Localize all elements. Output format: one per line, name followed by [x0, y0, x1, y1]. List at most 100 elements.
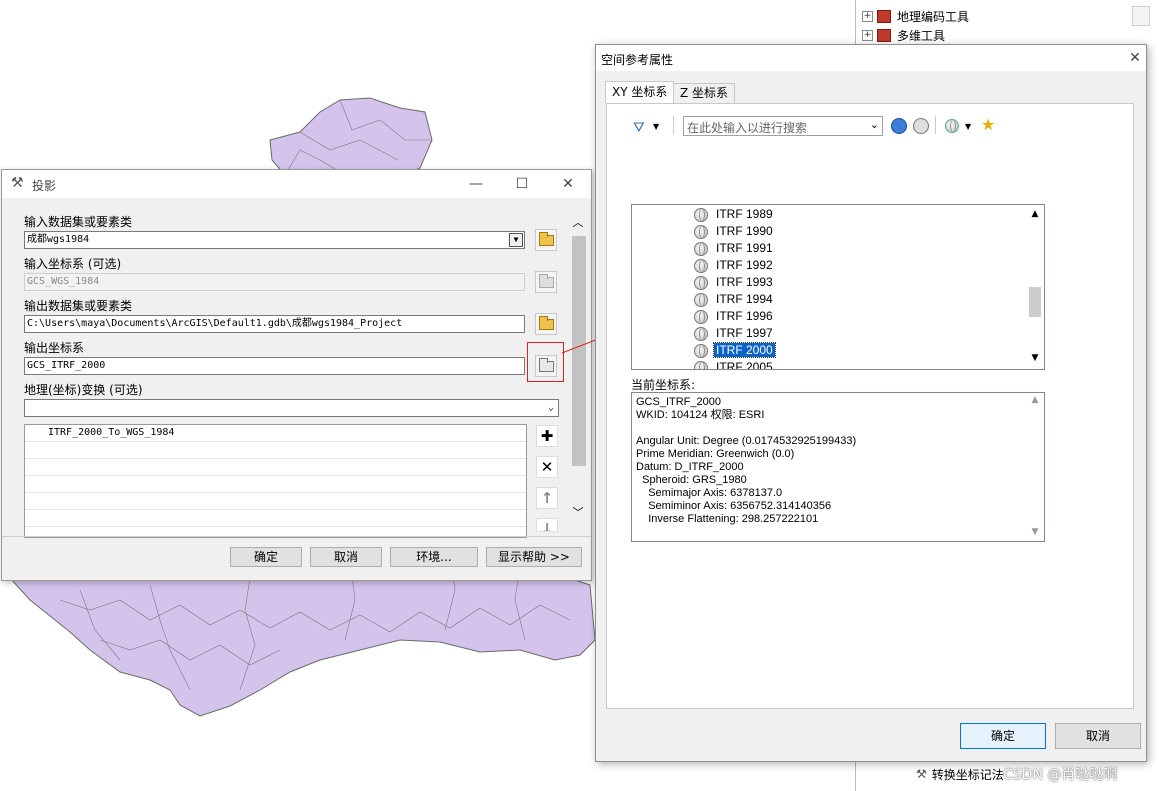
output-crs-label: 输出坐标系 [24, 341, 85, 355]
transform-combo[interactable]: ⌄ [24, 399, 559, 417]
list-item [25, 510, 526, 527]
list-item[interactable]: ITRF 1996 [694, 308, 775, 325]
output-crs-properties-button[interactable] [535, 355, 557, 377]
expand-icon[interactable]: + [862, 10, 873, 22]
globe-icon [694, 241, 708, 256]
dialog-titlebar[interactable]: 空间参考属性 ✕ [596, 45, 1146, 71]
browse-output-button[interactable] [535, 313, 557, 335]
properties-icon [539, 274, 554, 288]
list-item[interactable]: ITRF 2005 [694, 359, 775, 369]
scroll-down-icon[interactable]: ﹀ [570, 504, 586, 520]
maximize-button[interactable]: ☐ [510, 174, 534, 194]
favorite-star-icon[interactable]: ★ [981, 115, 995, 134]
hammer-icon: ⚒ [916, 767, 927, 781]
globe-icon [694, 292, 708, 307]
chevron-down-icon[interactable]: ⌄ [548, 400, 554, 416]
globe-icon [694, 207, 708, 222]
tab-z-coordinate-system[interactable]: Z 坐标系 [673, 83, 736, 103]
ok-button[interactable]: 确定 [230, 547, 302, 567]
list-item-selected[interactable]: ITRF 2000 [694, 342, 776, 359]
environments-button[interactable]: 环境... [390, 547, 478, 567]
detail-line: Inverse Flattening: 298.257222101 [636, 513, 819, 525]
scroll-up-icon[interactable]: ▲ [1028, 395, 1042, 405]
scroll-down-icon[interactable]: ▼ [1028, 527, 1042, 537]
globe-menu-icon[interactable] [945, 118, 965, 133]
scroll-down-icon[interactable]: ▼ [1026, 353, 1044, 363]
list-item [25, 459, 526, 476]
globe-icon [694, 275, 708, 290]
chevron-down-icon[interactable]: ▼ [653, 122, 659, 131]
expand-icon[interactable]: + [862, 29, 873, 41]
tab-xy-coordinate-system[interactable]: XY 坐标系 [605, 81, 675, 103]
input-dataset-combo[interactable]: 成都wgs1984 ▼ [24, 231, 525, 249]
tool-convert-coordinate-notation[interactable]: ⚒ 转换坐标记法 [916, 765, 1004, 783]
minimize-button[interactable]: — [464, 174, 488, 194]
dialog-titlebar[interactable]: ⚒ 投影 — ☐ ✕ [2, 170, 591, 198]
toolbox-item-label: 地理编码工具 [897, 9, 970, 24]
toolbox-scrollbar[interactable] [1132, 6, 1150, 26]
close-button[interactable]: ✕ [1123, 48, 1147, 68]
clear-search-icon[interactable] [913, 118, 929, 134]
list-item [25, 442, 526, 459]
chevron-down-icon[interactable]: ▼ [965, 122, 971, 131]
scroll-thumb[interactable] [1029, 287, 1041, 317]
move-down-button[interactable]: ↓ [536, 518, 558, 532]
detail-line: WKID: 104124 权限: ESRI [636, 409, 765, 421]
add-button[interactable]: ✚ [536, 425, 558, 447]
output-crs-field[interactable]: GCS_ITRF_2000 [24, 357, 525, 375]
toolbox-item-geocoding[interactable]: + 地理编码工具 [862, 7, 969, 25]
map-region-north [269, 97, 433, 179]
toolbox-item-label: 多维工具 [897, 28, 946, 43]
close-button[interactable]: ✕ [556, 174, 580, 194]
detail-line: Spheroid: GRS_1980 [636, 474, 747, 486]
toolbox-item-multidimension[interactable]: + 多维工具 [862, 26, 945, 44]
dialog-title: 投影 [32, 179, 57, 193]
current-crs-details[interactable]: GCS_ITRF_2000 WKID: 104124 权限: ESRI Angu… [631, 392, 1045, 542]
globe-icon [694, 360, 708, 369]
transform-list[interactable]: ITRF_2000_To_WGS_1984 [24, 424, 527, 538]
output-dataset-label: 输出数据集或要素类 [24, 299, 133, 313]
detail-line: Prime Meridian: Greenwich (0.0) [636, 448, 795, 460]
list-item[interactable]: ITRF 1994 [694, 291, 775, 308]
list-item[interactable]: ITRF 1990 [694, 223, 775, 240]
detail-line: Angular Unit: Degree (0.0174532925199433… [636, 435, 857, 447]
dropdown-arrow-icon[interactable]: ▼ [509, 233, 523, 247]
toolbox-icon [877, 9, 891, 23]
delete-button[interactable]: ✕ [536, 456, 558, 478]
tool-label: 转换坐标记法 [931, 767, 1004, 782]
input-dataset-value: 成都wgs1984 [27, 234, 90, 245]
dialog-scrollbar[interactable]: ︿ ﹀ [570, 214, 586, 532]
hammer-icon: ⚒ [11, 175, 24, 191]
scroll-up-icon[interactable]: ▲ [1026, 205, 1044, 219]
globe-icon [694, 258, 708, 273]
folder-icon [539, 316, 554, 330]
search-icon[interactable] [891, 118, 907, 134]
list-scrollbar[interactable]: ▲ ▼ [1026, 205, 1044, 369]
filter-icon[interactable]: ⛛ [633, 120, 645, 136]
list-item[interactable]: ITRF 1989 [694, 206, 775, 223]
output-dataset-field[interactable]: C:\Users\maya\Documents\ArcGIS\Default1.… [24, 315, 525, 333]
show-help-button[interactable]: 显示帮助 >> [486, 547, 582, 567]
detail-line: GCS_ITRF_2000 [636, 396, 721, 408]
list-item[interactable]: ITRF_2000_To_WGS_1984 [25, 425, 526, 442]
cancel-button[interactable]: 取消 [310, 547, 382, 567]
search-combo[interactable]: 在此处输入以进行搜索 ⌄ [683, 116, 883, 136]
crs-tree-list[interactable]: ITRF 1989 ITRF 1990 ITRF 1991 ITRF 1992 … [631, 204, 1045, 370]
chevron-down-icon[interactable]: ⌄ [870, 118, 879, 131]
move-up-button[interactable]: ↑ [536, 487, 558, 509]
detail-line: Semimajor Axis: 6378137.0 [636, 487, 783, 499]
toolbox-icon [877, 28, 891, 42]
input-crs-field: GCS_WGS_1984 [24, 273, 525, 291]
scroll-up-icon[interactable]: ︿ [570, 214, 586, 230]
dialog-title: 空间参考属性 [601, 53, 674, 67]
globe-icon [694, 224, 708, 239]
list-item[interactable]: ITRF 1997 [694, 325, 775, 342]
list-item [25, 493, 526, 510]
list-item[interactable]: ITRF 1993 [694, 274, 775, 291]
ok-button[interactable]: 确定 [960, 723, 1046, 749]
list-item[interactable]: ITRF 1992 [694, 257, 775, 274]
browse-input-button[interactable] [535, 229, 557, 251]
list-item[interactable]: ITRF 1991 [694, 240, 775, 257]
search-input[interactable]: 在此处输入以进行搜索 [687, 119, 807, 136]
cancel-button[interactable]: 取消 [1055, 723, 1141, 749]
